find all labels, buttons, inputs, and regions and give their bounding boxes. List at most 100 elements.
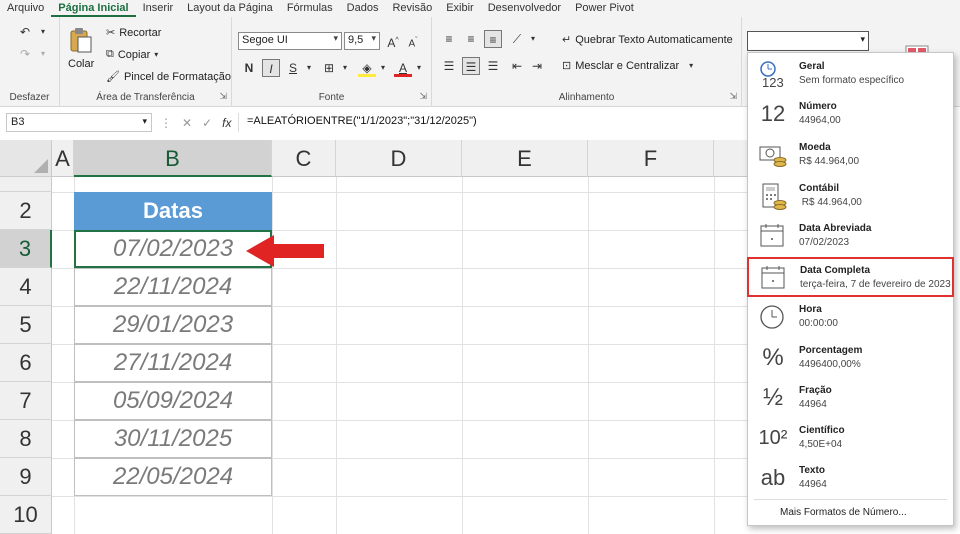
format-name: Hora [799, 304, 822, 315]
table-row[interactable]: 22/05/2024 [74, 458, 272, 496]
row-header-1[interactable] [0, 177, 52, 192]
tab-inserir[interactable]: Inserir [136, 0, 181, 17]
format-example: 44964 [799, 399, 827, 410]
tab-arquivo[interactable]: Arquivo [0, 0, 51, 17]
increase-indent-icon[interactable]: ⇥ [528, 57, 546, 75]
font-size-select[interactable]: 9,5 ▾ [344, 32, 380, 50]
undo-icon[interactable]: ↶ [16, 23, 34, 41]
format-item-geral[interactable]: 123 Geral Sem formato específico [748, 55, 953, 95]
align-center-icon[interactable]: ☰ [462, 57, 480, 75]
format-item-porcentagem[interactable]: % Porcentagem 4496400,00% [748, 339, 953, 379]
paste-icon [69, 27, 93, 56]
column-header-b[interactable]: B [74, 140, 272, 177]
more-number-formats-link[interactable]: Mais Formatos de Número... [780, 507, 907, 518]
table-row[interactable]: 30/11/2025 [74, 420, 272, 458]
bold-button[interactable]: N [240, 59, 258, 77]
format-item-contabil[interactable]: Contábil R$ 44.964,00 [748, 177, 953, 217]
format-item-fracao[interactable]: ½ Fração 44964 [748, 379, 953, 419]
align-bottom-icon[interactable]: ≡ [484, 30, 502, 48]
chevron-down-icon: ▾ [142, 116, 147, 126]
font-size-value: 9,5 [348, 34, 364, 46]
format-name: Geral [799, 61, 825, 72]
confirm-icon[interactable]: ✓ [202, 116, 212, 130]
copy-icon: ⧉ [106, 48, 114, 60]
tab-pagina-inicial[interactable]: Página Inicial [51, 0, 136, 17]
format-example: 44964,00 [799, 115, 841, 126]
tab-dados[interactable]: Dados [340, 0, 386, 17]
format-item-texto[interactable]: ab Texto 44964 [748, 459, 953, 499]
table-row[interactable]: 29/01/2023 [74, 306, 272, 344]
name-box[interactable]: B3 ▾ [6, 113, 152, 132]
row-header-2[interactable]: 2 [0, 192, 52, 230]
align-right-icon[interactable]: ☰ [484, 57, 502, 75]
format-item-data-completa[interactable]: Data Completa terça-feira, 7 de fevereir… [747, 257, 954, 297]
undo-group-label: Desfazer [9, 92, 50, 103]
column-header-a[interactable]: A [52, 140, 74, 177]
merge-center-button[interactable]: ⊡ Mesclar e Centralizar ▾ [562, 59, 693, 73]
cut-button[interactable]: ✂ Recortar [106, 26, 161, 40]
table-row[interactable]: 07/02/2023 [74, 230, 272, 268]
row-header-6[interactable]: 6 [0, 344, 52, 382]
row-header-3[interactable]: 3 [0, 230, 52, 268]
format-item-numero[interactable]: 12 Número 44964,00 [748, 95, 953, 135]
font-group: Segoe UI ▾ 9,5 ▾ A^ Aˇ N I S ▾ ⊞ ▾ ◈ ▾ A… [232, 17, 432, 107]
align-left-icon[interactable]: ☰ [440, 57, 458, 75]
table-row[interactable]: 27/11/2024 [74, 344, 272, 382]
wrap-text-icon: ↵ [562, 34, 572, 46]
select-all-button[interactable] [0, 140, 52, 177]
row-header-5[interactable]: 5 [0, 306, 52, 344]
table-row[interactable]: 05/09/2024 [74, 382, 272, 420]
number-format-select[interactable]: ▾ [747, 31, 869, 51]
row-header-9[interactable]: 9 [0, 458, 52, 496]
grow-font-icon[interactable]: A^ [384, 32, 402, 50]
table-header-datas[interactable]: Datas [74, 192, 272, 230]
redo-icon[interactable]: ↷ [16, 45, 34, 63]
alignment-launcher-icon[interactable]: ⇲ [729, 91, 737, 102]
underline-dropdown-icon[interactable]: ▾ [300, 59, 318, 77]
fx-icon[interactable]: fx [222, 116, 231, 130]
cancel-icon[interactable]: ✕ [182, 116, 192, 130]
tab-exibir[interactable]: Exibir [439, 0, 481, 17]
row-header-7[interactable]: 7 [0, 382, 52, 420]
format-painter-button[interactable]: 🖌 Pincel de Formatação [106, 70, 231, 84]
font-launcher-icon[interactable]: ⇲ [419, 91, 427, 102]
borders-dropdown-icon[interactable]: ▾ [336, 59, 354, 77]
clipboard-launcher-icon[interactable]: ⇲ [219, 91, 227, 102]
copy-button[interactable]: ⧉ Copiar ▾ [106, 48, 158, 61]
format-name: Data Completa [800, 265, 871, 276]
format-item-hora[interactable]: Hora 00:00:00 [748, 298, 953, 338]
wrap-text-button[interactable]: ↵ Quebrar Texto Automaticamente [562, 33, 733, 47]
column-header-c[interactable]: C [272, 140, 336, 177]
decrease-indent-icon[interactable]: ⇤ [508, 57, 526, 75]
tab-revisao[interactable]: Revisão [385, 0, 439, 17]
fill-color-dropdown-icon[interactable]: ▾ [374, 59, 392, 77]
row-header-4[interactable]: 4 [0, 268, 52, 306]
ribbon-tabs: Arquivo Página Inicial Inserir Layout da… [0, 0, 960, 17]
table-row[interactable]: 22/11/2024 [74, 268, 272, 306]
format-item-cientifico[interactable]: 10² Científico 4,50E+04 [748, 419, 953, 459]
redo-dropdown-icon[interactable]: ▾ [34, 45, 52, 63]
orientation-dropdown-icon[interactable]: ▾ [524, 30, 542, 48]
shrink-font-icon[interactable]: Aˇ [404, 32, 422, 50]
row-header-8[interactable]: 8 [0, 420, 52, 458]
format-example: 00:00:00 [799, 318, 838, 329]
italic-button[interactable]: I [262, 59, 280, 77]
format-item-moeda[interactable]: Moeda R$ 44.964,00 [748, 136, 953, 176]
column-header-e[interactable]: E [462, 140, 588, 177]
align-middle-icon[interactable]: ≡ [462, 30, 480, 48]
font-name-select[interactable]: Segoe UI ▾ [238, 32, 342, 50]
font-color-dropdown-icon[interactable]: ▾ [410, 59, 428, 77]
text-icon: ab [760, 465, 786, 490]
tab-power-pivot[interactable]: Power Pivot [568, 0, 641, 17]
paste-button[interactable]: Colar [68, 27, 94, 70]
currency-icon [758, 140, 788, 170]
align-top-icon[interactable]: ≡ [440, 30, 458, 48]
row-header-10[interactable]: 10 [0, 496, 52, 534]
undo-dropdown-icon[interactable]: ▾ [34, 23, 52, 41]
format-item-data-abreviada[interactable]: Data Abreviada 07/02/2023 [748, 217, 953, 257]
tab-desenvolvedor[interactable]: Desenvolvedor [481, 0, 568, 17]
tab-layout-da-pagina[interactable]: Layout da Página [180, 0, 280, 17]
column-header-d[interactable]: D [336, 140, 462, 177]
tab-formulas[interactable]: Fórmulas [280, 0, 340, 17]
column-header-f[interactable]: F [588, 140, 714, 177]
